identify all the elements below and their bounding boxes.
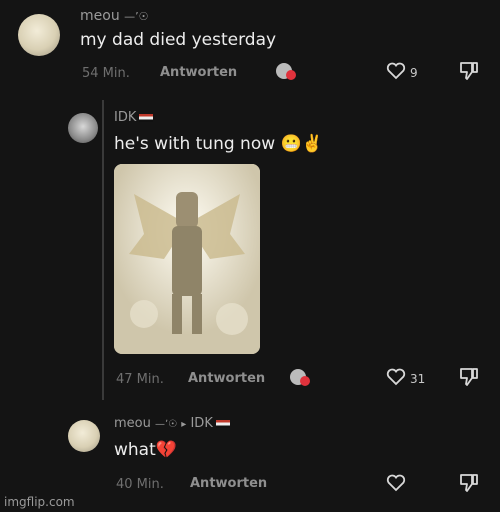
thread-line <box>102 100 104 400</box>
reply-to-username: IDK <box>190 416 213 431</box>
comment-time: 40 Min. <box>116 477 164 492</box>
comment-text-main: he's with tung now <box>114 134 276 154</box>
like-heart-icon[interactable] <box>386 62 406 80</box>
comment-username[interactable]: meou —ʼ☉ ▸ IDK <box>114 416 230 431</box>
attached-image[interactable] <box>114 164 260 354</box>
flag-icon <box>215 419 230 428</box>
flag-icon <box>139 113 154 122</box>
username-text: meou <box>80 8 120 24</box>
dislike-icon[interactable] <box>458 472 480 494</box>
comment-time: 54 Min. <box>82 66 130 81</box>
dislike-icon[interactable] <box>458 60 480 82</box>
comment-username[interactable]: meou —ʼ☉ <box>80 8 149 24</box>
avatar-meou[interactable] <box>18 14 60 56</box>
like-heart-icon[interactable] <box>386 474 406 492</box>
reply-button[interactable]: Antworten <box>188 371 265 386</box>
comment-text: what💔 <box>114 440 177 460</box>
like-count: 31 <box>410 372 426 386</box>
comment-text: he's with tung now 😬✌️ <box>114 134 323 154</box>
username-suffix: —ʼ☉ <box>155 419 178 430</box>
comment-emoji: 😬✌️ <box>280 134 323 154</box>
like-heart-icon[interactable] <box>386 368 406 386</box>
comment-text: my dad died yesterday <box>80 30 277 50</box>
creator-like-icon[interactable] <box>274 60 298 82</box>
username-text: IDK <box>114 110 137 125</box>
username-text: meou <box>114 416 151 431</box>
username-suffix: —ʼ☉ <box>124 10 149 23</box>
comment-username[interactable]: IDK <box>114 110 154 125</box>
imgflip-watermark: imgflip.com <box>4 495 75 509</box>
dislike-icon[interactable] <box>458 366 480 388</box>
comment-time: 47 Min. <box>116 372 164 387</box>
like-count: 9 <box>410 66 418 80</box>
reply-button[interactable]: Antworten <box>160 65 237 80</box>
reply-arrow-icon: ▸ <box>181 419 187 430</box>
angel-figure-image <box>114 164 260 354</box>
avatar-meou[interactable] <box>68 420 100 452</box>
creator-like-icon[interactable] <box>288 366 312 388</box>
reply-button[interactable]: Antworten <box>190 476 267 491</box>
comment-text-main: what <box>114 440 156 460</box>
comment-emoji: 💔 <box>155 440 177 460</box>
avatar-idk[interactable] <box>68 113 98 143</box>
